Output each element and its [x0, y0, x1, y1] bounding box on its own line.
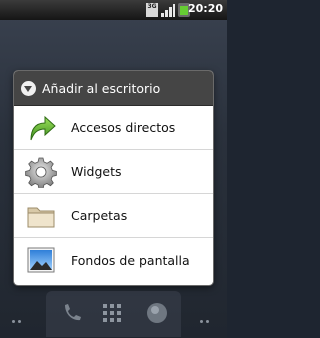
- menu-item-label: Carpetas: [71, 208, 128, 223]
- home-screen: 3G 20:20 Añadir al escritorio Accesos di…: [0, 0, 227, 338]
- network-label: 3G: [147, 3, 157, 10]
- status-bar[interactable]: 3G 20:20: [0, 0, 227, 20]
- network-3g-icon: 3G: [146, 3, 158, 17]
- dock: [46, 291, 181, 337]
- status-icons: 3G: [146, 3, 190, 17]
- dialog-header: Añadir al escritorio: [14, 71, 213, 106]
- gear-icon: [25, 157, 57, 188]
- menu-item-label: Widgets: [71, 164, 122, 179]
- dialog-title: Añadir al escritorio: [42, 80, 161, 96]
- shortcut-arrow-icon: [30, 115, 56, 140]
- menu-item-folders[interactable]: Carpetas: [14, 194, 213, 238]
- wallpaper-icon: [27, 247, 55, 273]
- add-to-home-dialog: Añadir al escritorio Accesos directos Wi…: [14, 71, 213, 285]
- dropdown-arrow-icon: [21, 80, 36, 96]
- phone-icon[interactable]: [58, 300, 84, 326]
- menu-item-widgets[interactable]: Widgets: [14, 150, 213, 194]
- menu-item-shortcuts[interactable]: Accesos directos: [14, 106, 213, 150]
- page-indicator-right[interactable]: [200, 308, 220, 323]
- apps-grid-icon[interactable]: [99, 300, 125, 326]
- folder-icon: [27, 207, 55, 227]
- menu-item-wallpapers[interactable]: Fondos de pantalla: [14, 238, 213, 282]
- signal-strength-icon: [161, 3, 175, 17]
- clock: 20:20: [187, 2, 223, 15]
- menu-item-label: Accesos directos: [71, 120, 176, 135]
- page-indicator-left[interactable]: [12, 308, 32, 323]
- browser-globe-icon[interactable]: [144, 300, 170, 326]
- menu-item-label: Fondos de pantalla: [71, 252, 190, 268]
